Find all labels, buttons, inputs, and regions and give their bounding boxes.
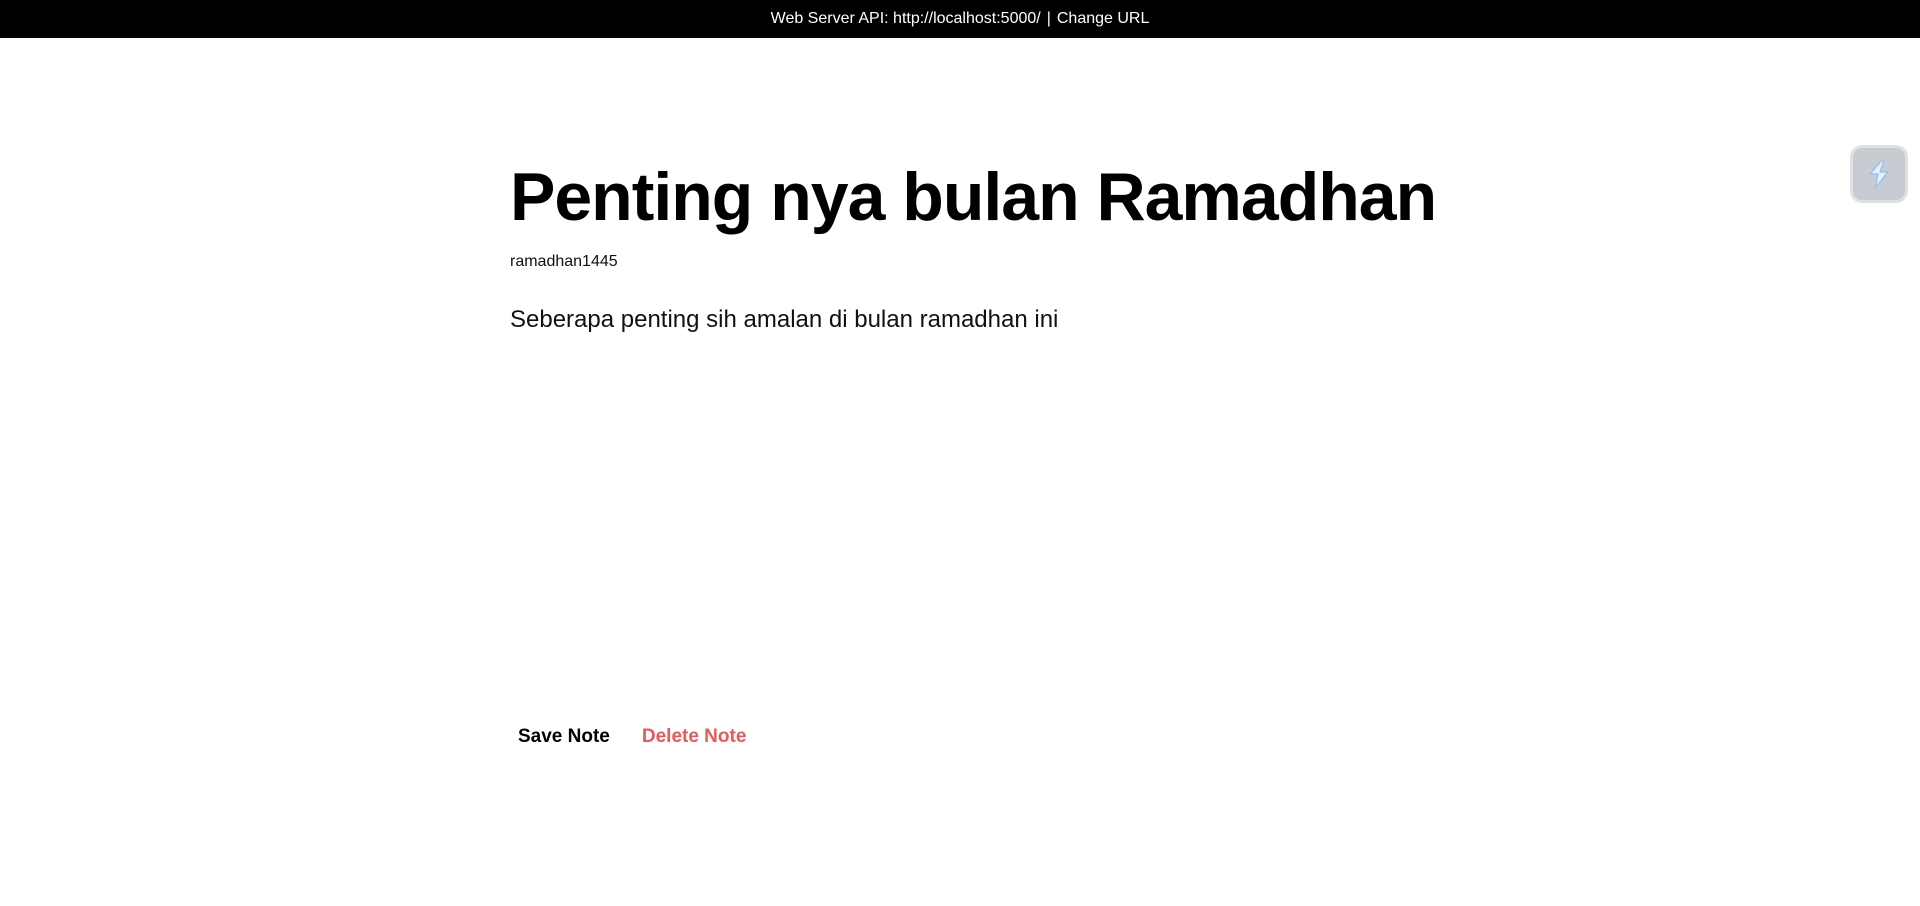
note-body-input[interactable]: Seberapa penting sih amalan di bulan ram… (510, 305, 1410, 645)
api-url-label: Web Server API: http://localhost:5000/ (770, 10, 1041, 27)
api-banner: Web Server API: http://localhost:5000/ |… (0, 0, 1920, 38)
note-owner: ramadhan1445 (510, 253, 618, 270)
note-title-input[interactable]: Penting nya bulan Ramadhan (510, 150, 1437, 245)
delete-note-button[interactable]: Delete Note (634, 720, 755, 754)
change-url-link[interactable]: Change URL (1057, 10, 1150, 28)
save-note-button[interactable]: Save Note (510, 720, 618, 754)
bolt-icon (1869, 159, 1889, 189)
note-editor: Penting nya bulan Ramadhan ramadhan1445 … (510, 150, 1437, 645)
separator: | (1046, 10, 1051, 27)
note-actions: Save Note Delete Note (510, 720, 754, 754)
floating-extension-button[interactable] (1850, 145, 1908, 203)
